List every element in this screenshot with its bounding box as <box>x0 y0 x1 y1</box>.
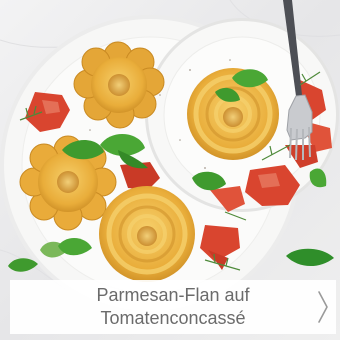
flan-top-left <box>73 41 165 129</box>
recipe-title: Parmesan-Flan auf Tomatenconcassé <box>10 284 336 330</box>
flan-bottom <box>99 186 195 282</box>
chevron-right-icon[interactable] <box>316 289 330 325</box>
recipe-card[interactable]: Parmesan-Flan auf Tomatenconcassé <box>0 0 340 340</box>
recipe-caption[interactable]: Parmesan-Flan auf Tomatenconcassé <box>10 280 336 334</box>
recipe-title-line-1: Parmesan-Flan auf <box>96 285 250 305</box>
recipe-title-line-2: Tomatenconcassé <box>100 308 246 328</box>
